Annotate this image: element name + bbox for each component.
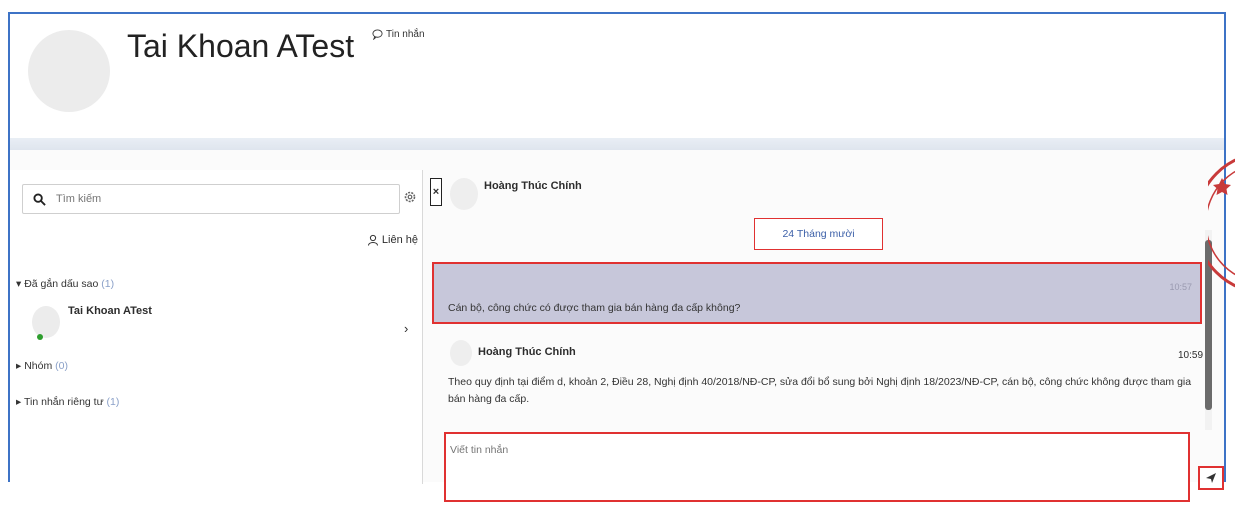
- section-count: (1): [106, 396, 120, 408]
- message-time: 10:59: [1178, 350, 1204, 361]
- sent-message: 10:57 Cán bộ, công chức có được tham gia…: [432, 262, 1202, 324]
- message-input[interactable]: [446, 434, 1188, 500]
- contacts-label: Liên hệ: [381, 234, 418, 246]
- official-stamp: [1208, 118, 1235, 328]
- avatar: [450, 178, 478, 210]
- message-compose[interactable]: [444, 432, 1190, 502]
- search-field[interactable]: [22, 184, 400, 214]
- send-button[interactable]: [1198, 466, 1224, 490]
- close-button[interactable]: ×: [430, 178, 442, 206]
- header-divider: [10, 138, 1224, 150]
- user-icon: [367, 234, 378, 246]
- section-private-messages[interactable]: ▸ Tin nhắn riêng tư (1): [16, 396, 119, 408]
- speech-bubble-icon: [372, 29, 383, 40]
- page-title: Tai Khoan ATest: [127, 28, 355, 64]
- message-link-label: Tin nhắn: [386, 29, 425, 40]
- caret-right-icon: ▸: [16, 396, 22, 408]
- date-divider: 24 Tháng mười: [754, 218, 883, 250]
- chat-contact-name[interactable]: Hoàng Thúc Chính: [484, 180, 582, 192]
- online-status-icon: [37, 334, 43, 340]
- section-label: Đã gắn dấu sao: [24, 278, 99, 290]
- caret-right-icon: ▸: [16, 360, 22, 372]
- conversation-list-panel: Liên hệ ▾ Đã gắn dấu sao (1) Tai Khoan A…: [10, 170, 423, 484]
- avatar: [450, 340, 472, 366]
- message-text: Cán bộ, công chức có được tham gia bán h…: [448, 302, 741, 314]
- send-icon: [1206, 473, 1216, 483]
- messaging-window: Tai Khoan ATest Tin nhắn Tìm kiếm Liên h…: [8, 12, 1226, 502]
- sender-name: Hoàng Thúc Chính: [478, 346, 576, 358]
- profile-header: Tai Khoan ATest Tin nhắn: [10, 14, 1224, 142]
- message-text: Theo quy định tại điểm d, khoản 2, Điều …: [448, 376, 1192, 405]
- message-link[interactable]: Tin nhắn: [372, 29, 425, 40]
- section-count: (1): [101, 278, 115, 290]
- avatar: [32, 306, 60, 338]
- chevron-right-icon: ›: [404, 321, 409, 336]
- conversation-name: Tai Khoan ATest: [68, 305, 152, 317]
- conversation-item[interactable]: Tai Khoan ATest ›: [10, 303, 420, 347]
- caret-down-icon: ▾: [16, 278, 22, 290]
- search-input[interactable]: [54, 192, 378, 206]
- section-starred[interactable]: ▾ Đã gắn dấu sao (1): [16, 278, 114, 290]
- gear-icon[interactable]: [403, 190, 417, 204]
- contacts-link[interactable]: Liên hệ: [367, 234, 418, 246]
- search-icon: [33, 192, 46, 206]
- close-icon: ×: [432, 186, 440, 198]
- message-time: 10:57: [1169, 282, 1192, 292]
- avatar: [28, 30, 110, 112]
- section-label: Nhóm: [24, 360, 53, 372]
- section-count: (0): [55, 360, 68, 372]
- chat-panel: × Hoàng Thúc Chính 24 Tháng mười 10:57 C…: [424, 170, 1224, 502]
- section-label: Tin nhắn riêng tư: [24, 396, 104, 408]
- section-groups[interactable]: ▸ Nhóm (0): [16, 360, 68, 372]
